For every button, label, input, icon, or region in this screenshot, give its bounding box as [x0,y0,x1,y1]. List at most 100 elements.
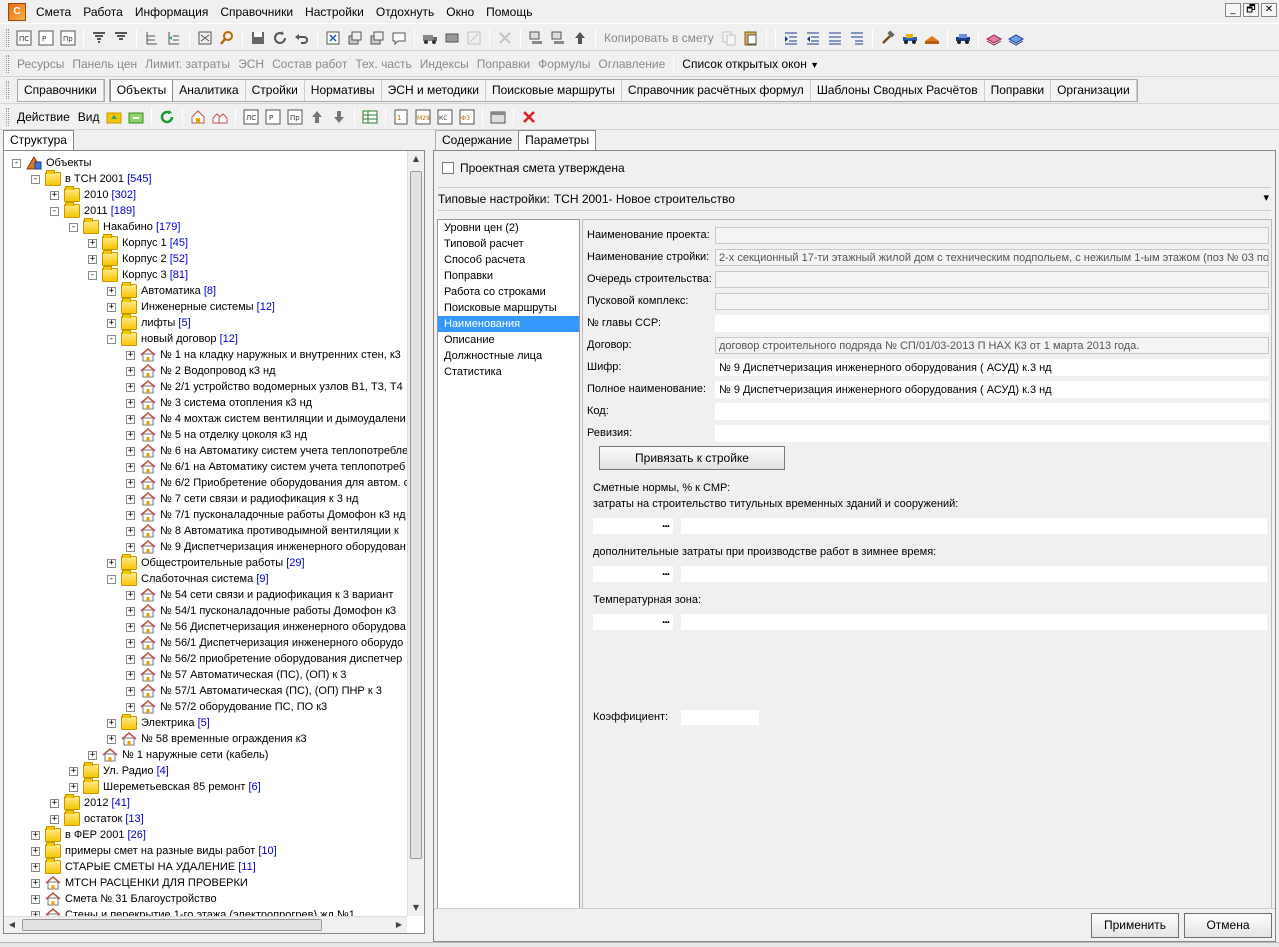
recalc-icon[interactable] [323,28,343,48]
corrections-button[interactable]: Поправки [473,57,534,71]
comment-icon[interactable] [389,28,409,48]
tree-node[interactable]: +2010 [302] [4,186,406,203]
tab-summary-templates[interactable]: Шаблоны Сводных Расчётов [811,79,985,101]
search-icon[interactable] [217,28,237,48]
resource-icon[interactable]: Р [36,28,56,48]
tree-node[interactable]: + № 8 Автоматика противодымной вентиляции… [4,523,406,539]
tree-node[interactable]: + № 7/1 пусконаладочные работы Домофон к3… [4,507,406,523]
form-input[interactable] [715,402,1269,420]
print-icon[interactable] [195,28,215,48]
object-group-icon[interactable] [210,107,230,127]
tech-part-button[interactable]: Тех. часть [351,57,415,71]
tree-node[interactable]: + № 57 Автоматическая (ПС), (ОП) к 3 [4,667,406,683]
tab-structure[interactable]: Структура [3,130,74,150]
tree-node[interactable]: + № 2 Водопровод к3 нд [4,363,406,379]
delete-disabled-icon[interactable] [495,28,515,48]
form-input[interactable] [715,314,1269,332]
limit-costs-button[interactable]: Лимит. затраты [141,57,234,71]
expand-toggle-icon[interactable]: + [31,863,40,872]
restore-button[interactable]: 🗗 [1243,3,1259,17]
price-panel-button[interactable]: Панель цен [68,57,141,71]
tree-node[interactable]: + Шереметьевская 85 ремонт [6] [4,778,406,795]
expand-toggle-icon[interactable]: + [50,815,59,824]
expand-toggle-icon[interactable]: + [126,655,135,664]
tree-node[interactable]: +2012 [41] [4,794,406,811]
minimize-button[interactable]: _ [1225,3,1241,17]
tree-node[interactable]: + № 58 временные ограждения к3 [4,731,406,747]
move-down-icon[interactable] [329,107,349,127]
expand-toggle-icon[interactable]: + [126,351,135,360]
approved-checkbox-row[interactable]: Проектная смета утверждена [442,161,625,175]
tree-node[interactable]: - в ТСН 2001 [545] [4,170,406,187]
tree-node[interactable]: + Корпус 2 [52] [4,250,406,267]
doc-copy-icon[interactable] [367,28,387,48]
refresh-icon[interactable] [270,28,290,48]
computer-icon[interactable] [526,28,546,48]
menu-rabota[interactable]: Работа [77,1,129,23]
estimate-ps-icon[interactable]: ЛС [241,107,261,127]
undo-icon[interactable] [292,28,312,48]
temp-zone-field[interactable] [681,614,1267,630]
approved-checkbox[interactable] [442,162,454,174]
delete-icon[interactable] [519,107,539,127]
expand-toggle-icon[interactable]: + [126,591,135,600]
tab-contents[interactable]: Содержание [435,130,520,150]
spreadsheet-icon[interactable] [360,107,380,127]
bind-to-site-button[interactable]: Привязать к стройке [599,446,785,470]
collapse-toggle-icon[interactable]: - [107,575,116,584]
expand-toggle-icon[interactable]: + [50,799,59,808]
expand-toggle-icon[interactable]: + [126,543,135,552]
tree-node[interactable]: + МТСН РАСЦЕНКИ ДЛЯ ПРОВЕРКИ [4,875,406,891]
tree-node[interactable]: + № 3 система отопления к3 нд [4,395,406,411]
section-item[interactable]: Способ расчета [438,252,579,268]
expand-toggle-icon[interactable]: + [107,319,116,328]
folder-up-icon[interactable] [104,107,124,127]
scroll-right-icon[interactable]: ▶ [391,917,407,933]
doc-m29-icon[interactable]: M29 [413,107,433,127]
expand-toggle-icon[interactable]: + [69,783,78,792]
tree-node[interactable]: + Корпус 1 [45] [4,234,406,251]
expand-toggle-icon[interactable]: + [107,719,116,728]
section-item[interactable]: Описание [438,332,579,348]
tree-node[interactable]: + Общестроительные работы [29] [4,554,406,571]
edit-disabled-icon[interactable] [464,28,484,48]
truck-icon[interactable] [420,28,440,48]
books-pink-icon[interactable] [984,28,1004,48]
menu-pomoshch[interactable]: Помощь [480,1,538,23]
menu-otdokhnut[interactable]: Отдохнуть [370,1,440,23]
winter-field[interactable] [681,566,1267,582]
indent-icon[interactable] [781,28,801,48]
bricks-icon[interactable] [922,28,942,48]
tree-node[interactable]: + № 1 на кладку наружных и внутренних сте… [4,347,406,363]
tree-node[interactable]: + № 56/1 Диспетчеризация инженерного обор… [4,635,406,651]
tree-node[interactable]: - Слаботочная система [9] [4,570,406,587]
typical-settings-select[interactable]: ТСН 2001- Новое строительство [554,191,1271,206]
expand-toggle-icon[interactable]: + [126,607,135,616]
toolbar-grip[interactable] [6,81,9,99]
action-menu[interactable]: Действие [13,110,74,124]
car-blue-icon[interactable] [900,28,920,48]
toolbar-grip[interactable] [6,54,9,73]
tab-formulas-reference[interactable]: Справочник расчётных формул [622,79,811,101]
tree-node[interactable]: + № 56/2 приобретение оборудования диспет… [4,651,406,667]
menu-informatsiya[interactable]: Информация [129,1,214,23]
hammer-icon[interactable] [878,28,898,48]
collapse-toggle-icon[interactable]: - [69,223,78,232]
expand-toggle-icon[interactable]: + [126,479,135,488]
copy-to-estimate-button[interactable]: Копировать в смету [600,31,718,45]
tree-node[interactable]: + СТАРЫЕ СМЕТЫ НА УДАЛЕНИЕ [11] [4,858,406,875]
menu-spravochniki[interactable]: Справочники [214,1,299,23]
tools-alt-icon[interactable] [111,28,131,48]
expand-toggle-icon[interactable]: + [126,495,135,504]
apply-button[interactable]: Применить [1091,913,1179,938]
form-input[interactable] [715,424,1269,442]
cancel-button[interactable]: Отмена [1184,913,1272,938]
tab-normatives[interactable]: Нормативы [305,79,382,101]
price-icon[interactable]: Пр [58,28,78,48]
expand-toggle-icon[interactable]: + [126,671,135,680]
tree-node[interactable]: - Объекты [4,155,406,171]
expand-toggle-icon[interactable]: + [126,623,135,632]
tree-node[interactable]: + № 6/1 на Автоматику систем учета теплоп… [4,459,406,475]
expand-toggle-icon[interactable]: + [107,559,116,568]
car-icon[interactable] [953,28,973,48]
